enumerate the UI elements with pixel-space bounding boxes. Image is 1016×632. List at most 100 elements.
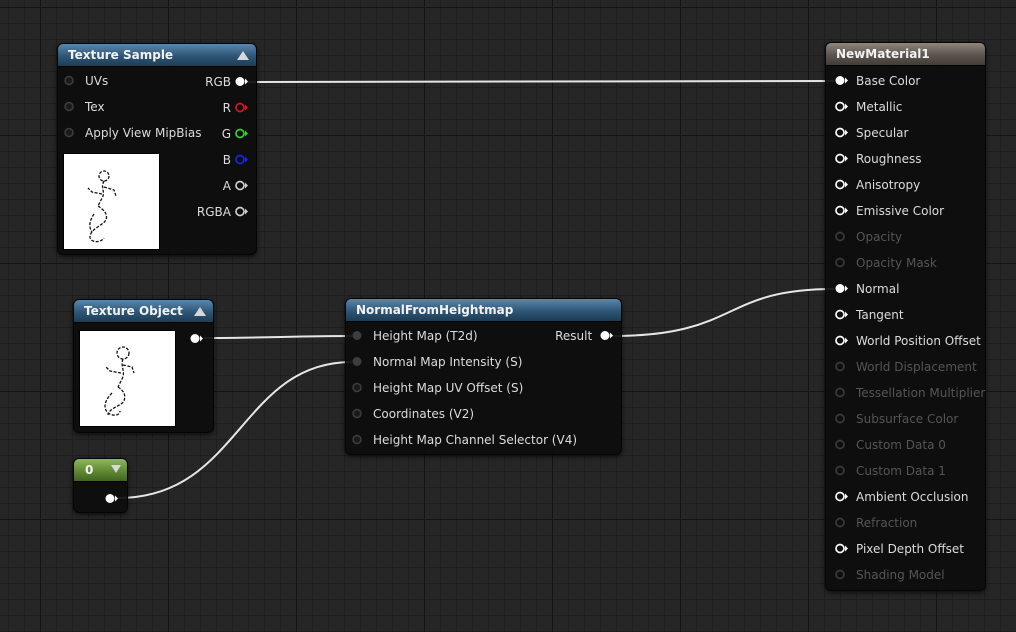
material-input-base-color[interactable]: Base Color — [835, 68, 920, 94]
input-label: Apply View MipBias — [85, 126, 202, 140]
material-pin-tangent[interactable] — [835, 309, 848, 320]
material-pin-normal[interactable] — [835, 283, 848, 294]
texture-object-header[interactable]: Texture Object — [74, 300, 213, 323]
wire-texture-object-to-height-map[interactable] — [203, 335, 353, 339]
input-row-apply-view-mipbias: Apply View MipBias — [64, 120, 201, 146]
material-input-label: Tessellation Multiplier — [856, 386, 986, 400]
material-input-ambient-occlusion[interactable]: Ambient Occlusion — [835, 484, 968, 510]
input-pin-apply-view-mipbias[interactable] — [64, 127, 77, 138]
material-input-roughness[interactable]: Roughness — [835, 146, 921, 172]
input-pin-height-map-channel-selector-v4[interactable] — [352, 434, 365, 445]
material-input-metallic[interactable]: Metallic — [835, 94, 902, 120]
wire-result-to-normal[interactable] — [611, 288, 835, 337]
texture-object-node[interactable]: Texture Object — [73, 299, 214, 433]
input-label: Coordinates (V2) — [373, 407, 475, 421]
input-pin-normal-map-intensity-s[interactable] — [352, 356, 365, 367]
output-row-r: R — [223, 95, 248, 121]
output-pin-r[interactable] — [235, 102, 248, 113]
material-input-label: Ambient Occlusion — [856, 490, 969, 504]
material-pin-pixel-depth-offset[interactable] — [835, 543, 848, 554]
output-pin-rgba[interactable] — [235, 206, 248, 217]
input-label: Tex — [85, 100, 105, 114]
output-row-a: A — [223, 173, 248, 199]
material-input-tangent[interactable]: Tangent — [835, 302, 904, 328]
output-row-rgb: RGB — [205, 69, 248, 95]
node-title: NormalFromHeightmap — [356, 303, 514, 317]
output-label: R — [222, 101, 231, 115]
output-row-b: B — [223, 147, 248, 173]
input-label: Normal Map Intensity (S) — [373, 355, 523, 369]
material-pin-world-position-offset[interactable] — [835, 335, 848, 346]
texture-sample-header[interactable]: Texture Sample — [58, 44, 256, 67]
material-pin-roughness[interactable] — [835, 153, 848, 164]
material-pin-opacity — [835, 231, 848, 242]
material-input-specular[interactable]: Specular — [835, 120, 908, 146]
input-row-coordinates-v2: Coordinates (V2) — [352, 401, 474, 427]
material-result-node[interactable]: NewMaterial1 Base Color Metallic Specular R… — [825, 42, 986, 591]
material-input-opacity-mask: Opacity Mask — [835, 250, 937, 276]
texture-sample-node[interactable]: Texture Sample UVs Tex Apply View MipBias R… — [57, 43, 257, 255]
output-pin-b[interactable] — [235, 154, 248, 165]
material-pin-specular[interactable] — [835, 127, 848, 138]
input-pin-height-map-uv-offset-s[interactable] — [352, 382, 365, 393]
normal-from-heightmap-node[interactable]: NormalFromHeightmap Height Map (T2d) Norm… — [345, 298, 622, 455]
material-input-label: Opacity — [856, 230, 903, 244]
input-row-height-map-uv-offset-s: Height Map UV Offset (S) — [352, 375, 523, 401]
wire-rgb-to-base-color[interactable] — [245, 80, 835, 83]
output-label: RGBA — [196, 205, 231, 219]
material-pin-metallic[interactable] — [835, 101, 848, 112]
material-input-label: Custom Data 0 — [856, 438, 946, 452]
material-input-normal[interactable]: Normal — [835, 276, 899, 302]
material-pin-ambient-occlusion[interactable] — [835, 491, 848, 502]
texture-object-preview — [79, 330, 176, 427]
input-row-normal-map-intensity-s: Normal Map Intensity (S) — [352, 349, 522, 375]
material-pin-subsurface-color — [835, 413, 848, 424]
collapse-arrow-icon[interactable] — [194, 307, 206, 316]
input-pin-uvs[interactable] — [64, 75, 77, 86]
constant-output-pin[interactable] — [105, 493, 118, 504]
normal-from-heightmap-header[interactable]: NormalFromHeightmap — [346, 299, 621, 322]
texture-preview — [63, 153, 160, 250]
material-input-label: Pixel Depth Offset — [856, 542, 964, 556]
output-label: A — [222, 179, 231, 193]
input-row-tex: Tex — [64, 94, 105, 120]
output-pin-a[interactable] — [235, 180, 248, 191]
material-input-label: Subsurface Color — [856, 412, 959, 426]
material-pin-base-color[interactable] — [835, 75, 848, 86]
material-input-custom-data-0: Custom Data 0 — [835, 432, 946, 458]
input-label: Height Map UV Offset (S) — [373, 381, 524, 395]
material-pin-world-displacement — [835, 361, 848, 372]
output-row-g: G — [222, 121, 248, 147]
material-input-opacity: Opacity — [835, 224, 902, 250]
material-header[interactable]: NewMaterial1 — [826, 43, 985, 66]
input-pin-height-map-t2d[interactable] — [352, 330, 365, 341]
material-input-pixel-depth-offset[interactable]: Pixel Depth Offset — [835, 536, 964, 562]
node-title: Texture Sample — [68, 48, 174, 62]
input-label: Height Map Channel Selector (V4) — [373, 433, 578, 447]
material-input-label: Emissive Color — [856, 204, 945, 218]
material-input-world-position-offset[interactable]: World Position Offset — [835, 328, 981, 354]
material-input-emissive-color[interactable]: Emissive Color — [835, 198, 944, 224]
output-label: G — [221, 127, 231, 141]
output-pin-rgb[interactable] — [235, 76, 248, 87]
texture-object-output-pin[interactable] — [190, 333, 203, 344]
constant-header[interactable]: 0 — [74, 459, 127, 482]
output-pin-g[interactable] — [235, 128, 248, 139]
result-output-row: Result — [555, 323, 613, 349]
material-input-anisotropy[interactable]: Anisotropy — [835, 172, 920, 198]
stick-figure-texture-icon — [87, 170, 117, 243]
material-input-label: Roughness — [856, 152, 922, 166]
material-pin-anisotropy[interactable] — [835, 179, 848, 190]
input-row-height-map-channel-selector-v4: Height Map Channel Selector (V4) — [352, 427, 577, 453]
expand-arrow-icon[interactable] — [111, 465, 121, 473]
constant-node[interactable]: 0 — [73, 458, 128, 513]
input-pin-tex[interactable] — [64, 101, 77, 112]
collapse-arrow-icon[interactable] — [237, 51, 249, 60]
constant-value: 0 — [85, 463, 94, 477]
material-pin-emissive-color[interactable] — [835, 205, 848, 216]
material-input-shading-model: Shading Model — [835, 562, 945, 588]
input-pin-coordinates-v2[interactable] — [352, 408, 365, 419]
result-output-pin[interactable] — [600, 330, 613, 341]
material-input-label: Custom Data 1 — [856, 464, 946, 478]
material-input-custom-data-1: Custom Data 1 — [835, 458, 946, 484]
